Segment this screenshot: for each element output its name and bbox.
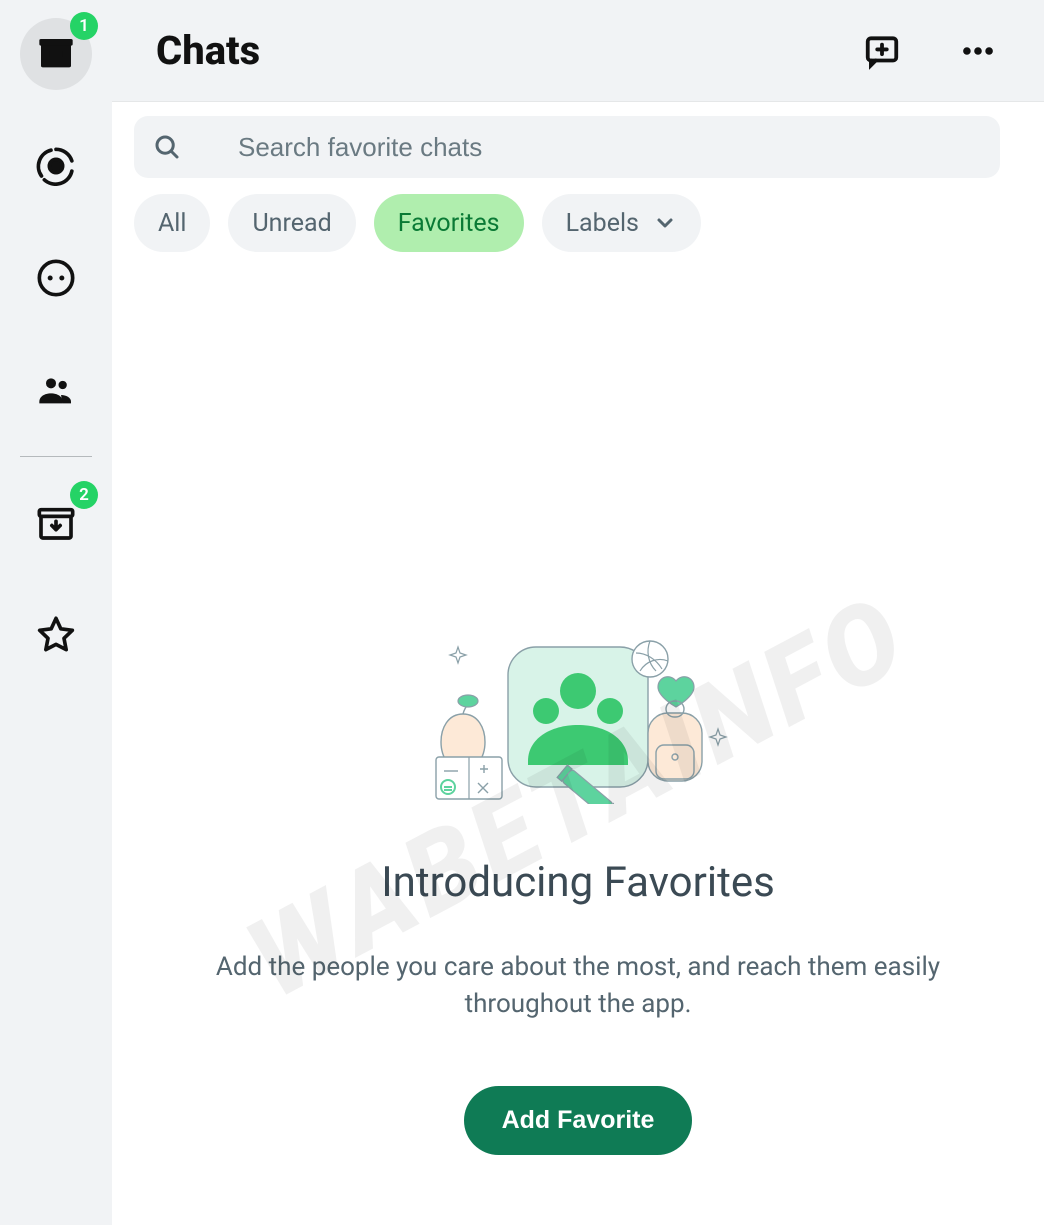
sidebar-item-chats[interactable]: 1 bbox=[20, 18, 92, 90]
content-area: WABETAINFO bbox=[112, 252, 1044, 1225]
search-bar[interactable] bbox=[134, 116, 1000, 178]
communities-icon bbox=[36, 370, 76, 410]
filter-all[interactable]: All bbox=[134, 194, 210, 252]
sidebar-nav: 1 2 bbox=[0, 0, 112, 1225]
badge-count: 1 bbox=[70, 12, 98, 40]
new-chat-button[interactable] bbox=[860, 29, 904, 73]
page-title: Chats bbox=[156, 27, 860, 74]
filter-favorites[interactable]: Favorites bbox=[374, 194, 524, 252]
header-actions bbox=[860, 29, 1000, 73]
filter-labels[interactable]: Labels bbox=[542, 194, 701, 252]
sidebar-item-starred[interactable] bbox=[20, 599, 92, 671]
add-favorite-button[interactable]: Add Favorite bbox=[464, 1086, 693, 1155]
more-icon bbox=[959, 32, 997, 70]
badge-count: 2 bbox=[70, 481, 98, 509]
menu-button[interactable] bbox=[956, 29, 1000, 73]
archived-icon bbox=[36, 503, 76, 543]
chat-archive-icon bbox=[36, 34, 76, 74]
sidebar-item-archived[interactable]: 2 bbox=[20, 487, 92, 559]
status-icon bbox=[36, 146, 76, 186]
channels-icon bbox=[36, 258, 76, 298]
sidebar-item-communities[interactable] bbox=[20, 354, 92, 426]
search-input[interactable] bbox=[238, 132, 982, 163]
sidebar-divider bbox=[20, 456, 92, 457]
promo-description: Add the people you care about the most, … bbox=[198, 949, 958, 1022]
app-root: 1 2 Chats bbox=[0, 0, 1044, 1225]
sidebar-item-channels[interactable] bbox=[20, 242, 92, 314]
favorites-illustration bbox=[418, 629, 738, 808]
search-container bbox=[112, 102, 1044, 178]
filter-labels-text: Labels bbox=[566, 209, 639, 238]
filter-chips: All Unread Favorites Labels bbox=[112, 178, 1044, 252]
header-bar: Chats bbox=[112, 0, 1044, 102]
search-icon bbox=[152, 132, 182, 162]
new-chat-icon bbox=[863, 32, 901, 70]
chevron-down-icon bbox=[653, 211, 677, 235]
main-panel: Chats All Unread Favorites Labels bbox=[112, 0, 1044, 1225]
filter-unread[interactable]: Unread bbox=[228, 194, 355, 252]
sidebar-item-status[interactable] bbox=[20, 130, 92, 202]
promo-title: Introducing Favorites bbox=[381, 858, 775, 907]
star-icon bbox=[36, 615, 76, 655]
